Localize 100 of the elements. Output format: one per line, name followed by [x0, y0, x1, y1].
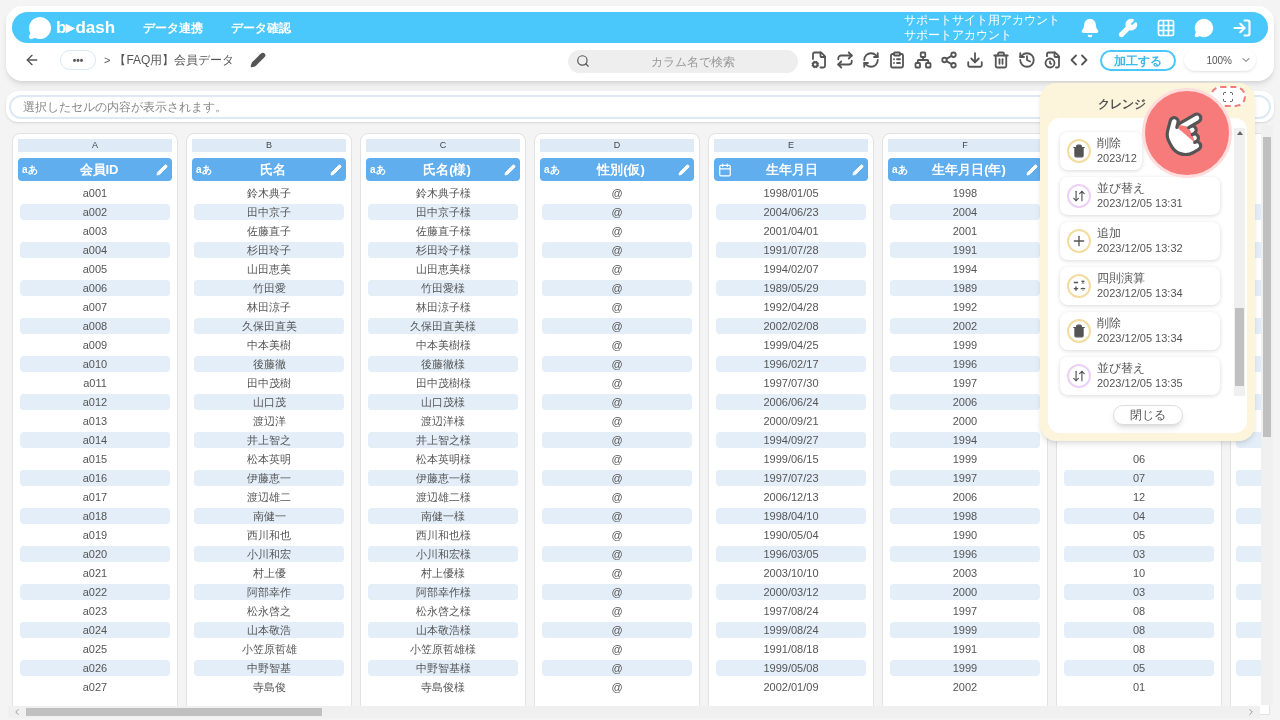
horizontal-scrollbar[interactable]: [8, 706, 1260, 718]
history-item[interactable]: 削除 2023/12/05 13:34: [1060, 312, 1220, 350]
file-gear-icon[interactable]: [810, 51, 828, 69]
bell-icon[interactable]: [1080, 17, 1100, 38]
dataset-title: 【FAQ用】会員データ: [114, 52, 235, 69]
scroll-up-icon[interactable]: [1236, 131, 1243, 135]
table-cell-text: @: [610, 451, 624, 467]
table-cell-text: 西川和也: [246, 527, 292, 543]
table-cell: 1996/03/05: [716, 545, 866, 562]
close-button[interactable]: 閉じる: [1112, 405, 1183, 425]
table-cell-text: 小笠原哲雄様: [409, 641, 477, 657]
table-cell: 阿部幸作: [194, 583, 344, 600]
table-cell: 2006/06/24: [716, 393, 866, 410]
column-name: 生年月日(年): [931, 160, 1007, 179]
grid-icon[interactable]: [1156, 17, 1176, 38]
trash-icon[interactable]: [992, 51, 1010, 69]
table-cell: 1989: [890, 279, 1040, 296]
table-cell: @: [542, 621, 692, 638]
wrench-icon[interactable]: [1118, 17, 1138, 38]
scroll-left-icon[interactable]: [12, 707, 22, 717]
table-cell-text: 2001: [951, 223, 979, 239]
zoom-select[interactable]: 100%: [1184, 49, 1256, 71]
table-cell-text: @: [610, 489, 624, 505]
search-icon: [576, 53, 590, 68]
table-cell-text: @: [610, 565, 624, 581]
scroll-right-icon[interactable]: [1246, 707, 1256, 717]
table-cell-text: 1997: [951, 375, 979, 391]
table-cell: 1996/02/17: [716, 355, 866, 372]
table-cell-text: 10: [1131, 565, 1147, 581]
column-letter[interactable]: B: [192, 139, 346, 152]
table-cell: a014: [20, 431, 170, 448]
table-cell: 井上智之: [194, 431, 344, 448]
file-restore-icon[interactable]: [1044, 51, 1062, 69]
table-cell-text: 松本英明様: [414, 451, 472, 467]
panel-title: クレンジ: [1098, 96, 1146, 113]
edit-icon[interactable]: [250, 52, 267, 68]
vertical-scrollbar[interactable]: [1261, 125, 1273, 705]
logout-icon[interactable]: [1232, 17, 1252, 38]
column-letter[interactable]: A: [18, 139, 172, 152]
table-cell-text: 12: [1131, 489, 1147, 505]
chat-icon[interactable]: [1194, 17, 1214, 38]
repeat-icon[interactable]: [836, 51, 854, 69]
history-time: 2023/12/05 13:35: [1097, 376, 1183, 391]
history-item[interactable]: 追加 2023/12/05 13:32: [1060, 222, 1220, 260]
history-time: 2023/12/05 13:32: [1097, 241, 1183, 256]
table-cell: 伊藤恵一: [194, 469, 344, 486]
table-cell-text: 2006/12/13: [762, 489, 820, 505]
back-icon[interactable]: [24, 52, 40, 68]
table-cell: a002: [20, 203, 170, 220]
table-cell: 1991: [890, 241, 1040, 258]
share-icon[interactable]: [940, 51, 958, 69]
clipboard-icon[interactable]: [888, 51, 906, 69]
column-letter[interactable]: F: [888, 139, 1042, 152]
table-cell-text: 小笠原哲雄: [240, 641, 298, 657]
table-cell-text: 松永啓之: [246, 603, 292, 619]
column-letter[interactable]: D: [540, 139, 694, 152]
table-cell-text: a023: [81, 603, 109, 619]
table-cell-text: 2000/09/21: [762, 413, 820, 429]
table-cell-text: @: [610, 375, 624, 391]
table-cell-text: 1998/01/05: [762, 185, 820, 201]
table-cell: 杉田玲子様: [368, 241, 518, 258]
table-cell-text: @: [610, 413, 624, 429]
history-item[interactable]: 並び替え 2023/12/05 13:31: [1060, 177, 1220, 215]
table-cell-text: 寺島俊: [251, 679, 287, 695]
history-item[interactable]: 四則演算 2023/12/05 13:34: [1060, 267, 1220, 305]
refresh-icon[interactable]: [862, 51, 880, 69]
trash-icon: [1067, 319, 1091, 343]
history-icon[interactable]: [1018, 51, 1036, 69]
table-cell-text: a011: [82, 375, 108, 391]
table-cell: 山本敬浩様: [368, 621, 518, 638]
panel-scrollbar[interactable]: [1234, 128, 1245, 396]
history-item[interactable]: 並び替え 2023/12/05 13:35: [1060, 357, 1220, 395]
table-cell-text: 松本英明: [246, 451, 292, 467]
table-cell-text: 鈴木典子様: [414, 185, 472, 201]
logo-icon: [28, 15, 52, 40]
table-cell-text: @: [610, 641, 624, 657]
search-field[interactable]: カラム名で検索: [568, 50, 798, 73]
column-name: 性別(仮): [595, 160, 646, 179]
table-cell-text: 渡辺洋: [251, 413, 287, 429]
network-icon[interactable]: [914, 51, 932, 69]
table-cell: @: [542, 393, 692, 410]
table-cell: 山口茂: [194, 393, 344, 410]
table-cell: @: [542, 203, 692, 220]
scrollbar-thumb[interactable]: [1235, 308, 1244, 386]
download-icon[interactable]: [966, 51, 984, 69]
table-cell: 小川和宏: [194, 545, 344, 562]
table-cell-text: @: [610, 679, 624, 695]
plus-icon: [1067, 229, 1091, 253]
table-cell-text: 1994: [951, 261, 979, 277]
table-cell-text: 1999: [951, 451, 979, 467]
table-cell: @: [542, 355, 692, 372]
table-cell-text: 2000: [951, 413, 979, 429]
table-cell: 南健一: [194, 507, 344, 524]
history-item[interactable]: 削除 2023/12: [1060, 132, 1142, 170]
history-time: 2023/12/05 13:34: [1097, 331, 1183, 346]
column-letter[interactable]: E: [714, 139, 868, 152]
table-cell: 久保田直美様: [368, 317, 518, 334]
column-letter[interactable]: C: [366, 139, 520, 152]
table-cell-text: a007: [81, 299, 109, 315]
table-cell: 1997/07/23: [716, 469, 866, 486]
